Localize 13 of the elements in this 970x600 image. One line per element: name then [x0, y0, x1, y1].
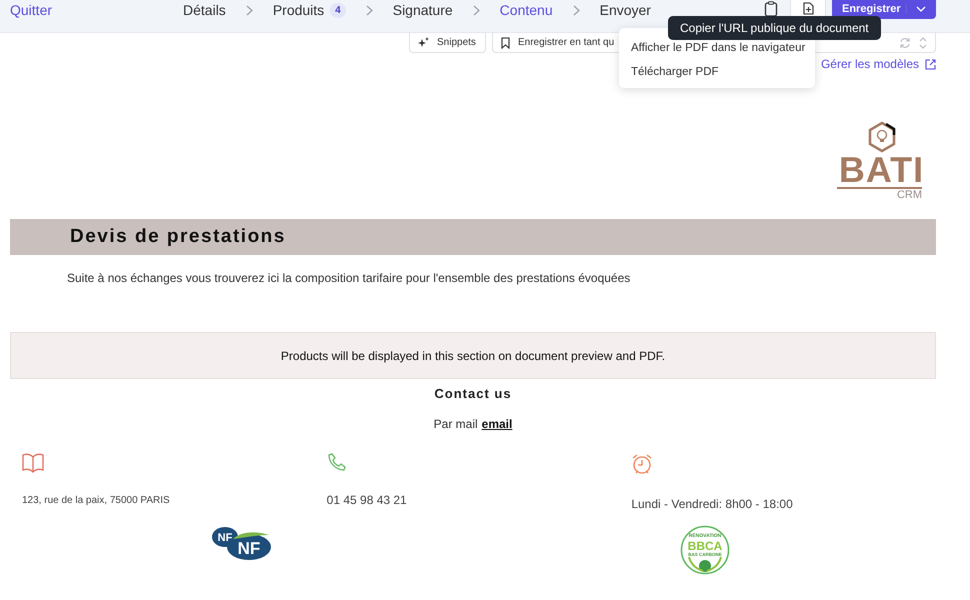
document-title: Devis de prestations	[70, 226, 286, 248]
mail-label: Par mail	[434, 417, 478, 431]
tooltip: Copier l'URL publique du document	[668, 16, 881, 40]
contact-title: Contact us	[433, 386, 513, 401]
logo-subtitle: CRM	[837, 187, 922, 201]
contact-text: Lundi - Vendredi: 8h00 - 18:00	[631, 497, 793, 511]
certification-logo: NF NF	[210, 525, 272, 561]
contact-text: 123, rue de la paix, 75000 PARIS	[22, 495, 170, 506]
products-notice: Products will be displayed in this section on document preview and PDF.	[10, 332, 936, 379]
logo-text: BATI	[838, 153, 924, 187]
contact-text: 01 45 98 43 21	[326, 493, 407, 507]
count-badge: 4	[330, 2, 346, 18]
intro-text: Suite à nos échanges vous trouverez ici la composition tarifaire pour l'ensemble des prestations évoquées	[67, 271, 632, 285]
